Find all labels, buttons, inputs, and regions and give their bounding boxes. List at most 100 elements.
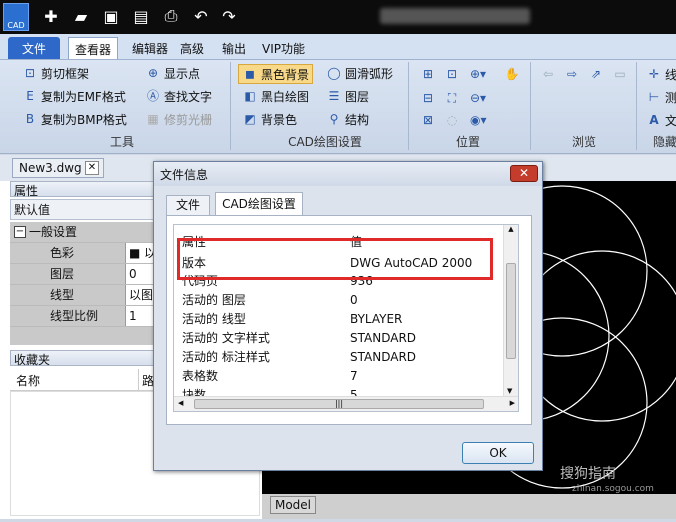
copy-bmp-label: 复制为BMP格式: [41, 112, 127, 127]
redo-icon[interactable]: ↷: [218, 5, 240, 27]
scroll-right-icon[interactable]: ▶: [510, 399, 515, 407]
copy-bmp-button[interactable]: B 复制为BMP格式: [22, 109, 127, 129]
zoom-in-icon[interactable]: ⊕▾: [470, 64, 489, 84]
tab-file[interactable]: 文件: [8, 37, 60, 59]
tab-viewer[interactable]: 查看器: [68, 37, 119, 59]
open-icon[interactable]: ▰: [70, 5, 92, 27]
bw-icon: ◧: [244, 89, 256, 103]
separator: [408, 62, 409, 150]
collapse-icon[interactable]: −: [14, 226, 26, 238]
tab-vip[interactable]: VIP功能: [256, 37, 311, 59]
separator: [230, 62, 231, 150]
group-label-hide: 隐藏: [652, 135, 676, 149]
bg-color-icon: ◩: [244, 112, 256, 126]
table-row[interactable]: 活动的 图层 0: [174, 291, 504, 310]
group-label-cad-settings: CAD绘图设置: [288, 135, 362, 149]
save-pdf-icon[interactable]: ▤: [130, 5, 152, 27]
vertical-scrollbar[interactable]: ▲ ▼: [503, 225, 518, 397]
black-background-button[interactable]: ◼ 黑色背景: [238, 64, 314, 84]
export-icon[interactable]: ⇗: [588, 64, 607, 84]
layers-label: 图层: [345, 89, 370, 104]
app-logo[interactable]: CAD: [3, 3, 29, 31]
trim-raster-label: 修剪光栅: [164, 112, 213, 127]
tab-advanced[interactable]: 高级: [174, 37, 210, 59]
print-icon[interactable]: ⎙: [160, 5, 182, 27]
line-tool-label: 线: [665, 67, 676, 82]
fit-icon[interactable]: ⊟: [420, 88, 439, 108]
dialog-tab-file[interactable]: 文件: [166, 195, 210, 215]
document-tab-label: New3.dwg: [19, 161, 82, 175]
save-icon[interactable]: ▣: [100, 5, 122, 27]
emf-icon: E: [26, 89, 34, 103]
undo-icon[interactable]: ↶: [190, 5, 212, 27]
zoom-window-icon[interactable]: ⊡: [444, 64, 463, 84]
dialog-title-bar[interactable]: 文件信息: [154, 162, 542, 186]
document-tab[interactable]: New3.dwg ✕: [12, 158, 104, 178]
background-color-button[interactable]: ◩ 背景色: [242, 109, 297, 129]
favorites-col-name[interactable]: 名称: [16, 372, 40, 389]
dialog-close-button[interactable]: ✕: [510, 165, 538, 182]
page-icon[interactable]: ▭: [612, 64, 631, 84]
arc-icon: ◯: [327, 66, 341, 80]
orbit-icon[interactable]: ◌: [444, 110, 463, 130]
new-icon[interactable]: ✚: [40, 5, 62, 27]
structure-button[interactable]: ⚲ 结构: [326, 109, 369, 129]
clip-frame-button[interactable]: ⊡ 剪切框架: [22, 63, 89, 83]
watermark-url: zhinan.sogou.com: [572, 484, 654, 494]
black-white-button[interactable]: ◧ 黑白绘图: [242, 86, 309, 106]
model-tab[interactable]: Model: [270, 496, 316, 514]
scroll-down-icon[interactable]: ▼: [507, 387, 512, 395]
zoom-fit-icon[interactable]: ⛶: [444, 88, 463, 108]
black-bg-icon: ◼: [245, 67, 255, 81]
tab-editor[interactable]: 编辑器: [126, 37, 174, 59]
view-3d-icon[interactable]: ◉▾: [470, 110, 489, 130]
vertical-scroll-thumb[interactable]: [506, 263, 516, 359]
copy-emf-button[interactable]: E 复制为EMF格式: [22, 86, 126, 106]
show-points-button[interactable]: ⊕ 显示点: [145, 63, 200, 83]
table-row[interactable]: 活动的 线型 BYLAYER: [174, 310, 504, 329]
table-row[interactable]: 活动的 文字样式 STANDARD: [174, 329, 504, 348]
line-tool-button[interactable]: ✛ 线: [646, 64, 676, 84]
separator: [530, 62, 531, 150]
back-arrow-icon[interactable]: ⇦: [540, 64, 559, 84]
row-key: 表格数: [182, 369, 219, 383]
bg-color-label: 背景色: [261, 112, 298, 127]
find-text-label: 查找文字: [164, 89, 213, 104]
arrange-icon[interactable]: ⊠: [420, 110, 439, 130]
zoom-extents-icon[interactable]: ⊞: [420, 64, 439, 84]
trim-raster-button[interactable]: ▦ 修剪光栅: [145, 109, 212, 129]
show-points-label: 显示点: [164, 66, 201, 81]
find-text-button[interactable]: Ⓐ 查找文字: [145, 86, 212, 106]
line-icon: ✛: [648, 67, 660, 81]
property-key: 线型: [10, 285, 125, 305]
close-tab-icon[interactable]: ✕: [85, 161, 99, 175]
pan-hand-icon[interactable]: ✋: [504, 64, 523, 84]
scroll-left-icon[interactable]: ◀: [178, 399, 183, 407]
trim-icon: ▦: [147, 112, 159, 126]
text-tool-button[interactable]: A文: [646, 110, 676, 130]
measure-tool-button[interactable]: ⊢ 测: [646, 87, 676, 107]
group-label-position: 位置: [455, 135, 480, 149]
text-icon: A: [649, 113, 659, 127]
row-value: BYLAYER: [350, 312, 403, 326]
forward-arrow-icon[interactable]: ⇨: [564, 64, 583, 84]
table-row[interactable]: 表格数 7: [174, 367, 504, 386]
highlight-box: [177, 238, 493, 280]
clip-frame-label: 剪切框架: [41, 66, 90, 81]
tab-output[interactable]: 输出: [216, 37, 252, 59]
dialog-title: 文件信息: [160, 168, 209, 182]
layout-tabs-bar: [262, 494, 676, 519]
scroll-up-icon[interactable]: ▲: [504, 225, 518, 233]
zoom-out-icon[interactable]: ⊖▾: [470, 88, 489, 108]
separator: [636, 62, 637, 150]
horizontal-scroll-thumb[interactable]: |||: [194, 399, 484, 409]
table-row[interactable]: 活动的 标注样式 STANDARD: [174, 348, 504, 367]
smooth-arc-button[interactable]: ◯ 圆滑弧形: [326, 63, 393, 83]
dialog-tab-cad-settings[interactable]: CAD绘图设置: [215, 192, 303, 216]
horizontal-scrollbar[interactable]: ◀ ||| ▶: [174, 396, 518, 411]
group-label-browse: 浏览: [571, 135, 596, 149]
layers-button[interactable]: ☰ 图层: [326, 86, 369, 106]
window-title-blurred: [380, 8, 530, 24]
measure-icon: ⊢: [648, 90, 660, 104]
ok-button[interactable]: OK: [462, 442, 534, 464]
